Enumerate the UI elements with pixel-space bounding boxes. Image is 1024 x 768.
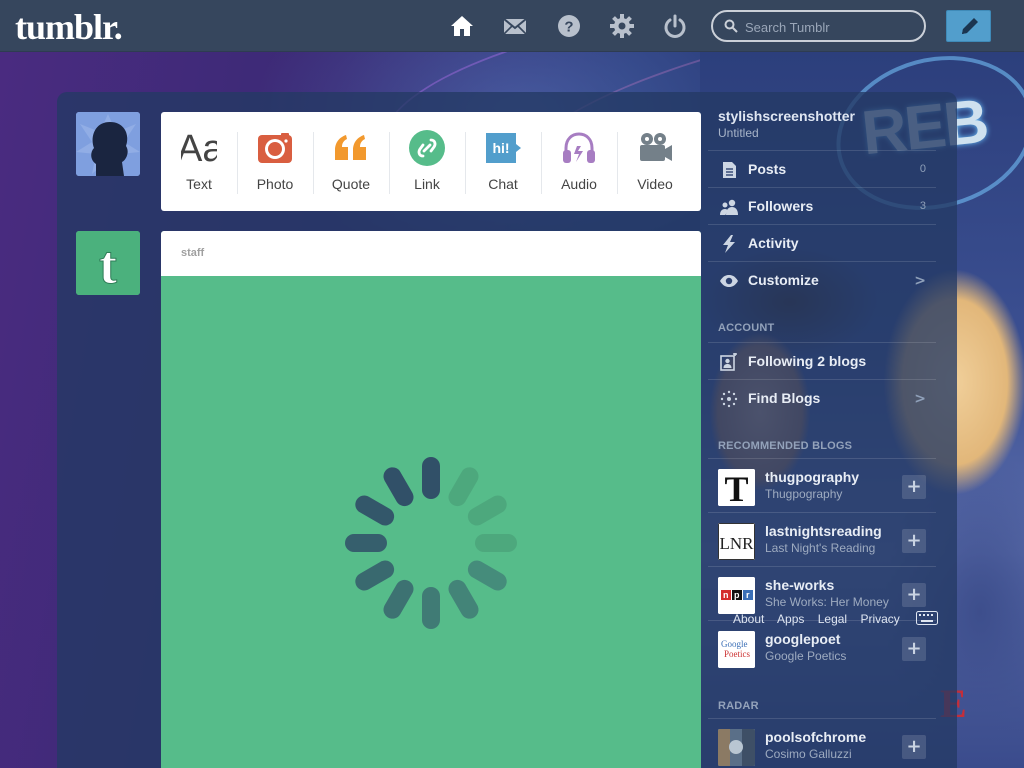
recommended-heading: RECOMMENDED BLOGS (718, 440, 853, 452)
footer-link-apps[interactable]: Apps (777, 612, 804, 626)
blog-subtitle: Untitled (718, 126, 759, 140)
follow-button[interactable]: + (902, 529, 926, 553)
follow-button[interactable]: + (902, 583, 926, 607)
follow-button[interactable]: + (902, 475, 926, 499)
settings-icon[interactable] (609, 13, 635, 39)
sidebar-item-find-blogs[interactable]: Find Blogs > (708, 379, 936, 416)
sidebar-item-customize[interactable]: Customize > (708, 261, 936, 298)
pencil-icon (962, 18, 978, 34)
post-type-text[interactable]: Aa Text (161, 112, 237, 211)
mail-icon[interactable] (502, 13, 528, 39)
svg-text:hi!: hi! (492, 140, 509, 156)
follow-button[interactable]: + (902, 637, 926, 661)
svg-text:p: p (734, 590, 740, 600)
chevron-right-icon: > (914, 273, 926, 289)
compose-button[interactable] (946, 10, 991, 42)
search-box[interactable] (711, 10, 926, 42)
blog-name[interactable]: stylishscreenshotter (718, 108, 855, 124)
chevron-right-icon: > (914, 391, 926, 407)
find-blogs-icon (720, 390, 738, 408)
footer-link-about[interactable]: About (733, 612, 764, 626)
spinner-spoke (467, 495, 507, 526)
posts-icon (723, 162, 736, 178)
post-type-quote[interactable]: Quote (313, 112, 389, 211)
svg-text:r: r (746, 590, 750, 600)
blog-avatar: Google Poetics (718, 631, 755, 668)
blog-avatar: T (718, 469, 755, 506)
spinner-spoke (422, 457, 440, 499)
svg-text:LNR: LNR (720, 534, 755, 553)
sidebar-item-followers[interactable]: Followers 3 (708, 187, 936, 224)
post-header: staff (161, 231, 701, 276)
footer-link-legal[interactable]: Legal (818, 612, 847, 626)
radar-heading: RADAR (718, 700, 759, 712)
account-heading: ACCOUNT (718, 322, 775, 334)
post-composer: Aa Text Photo Quote Link hi! Chat Audio … (161, 112, 701, 211)
search-input[interactable] (745, 18, 915, 36)
staff-avatar[interactable]: t (76, 231, 140, 295)
svg-text:Aa: Aa (181, 130, 217, 166)
spinner-spoke (422, 587, 440, 629)
svg-text:T: T (724, 469, 748, 506)
spinner-spoke (475, 534, 517, 552)
blog-avatar: LNR (718, 523, 755, 560)
svg-text:?: ? (564, 19, 573, 36)
svg-text:Poetics: Poetics (724, 649, 750, 659)
posts-count: 0 (919, 163, 926, 175)
post-type-video[interactable]: Video (617, 112, 693, 211)
sidebar-item-posts[interactable]: Posts 0 (708, 150, 936, 187)
video-camera-icon (640, 133, 672, 161)
footer-links: About Apps Legal Privacy (733, 612, 910, 626)
help-icon[interactable]: ? (556, 13, 582, 39)
spinner-spoke (383, 579, 414, 619)
loading-spinner-icon (345, 457, 517, 629)
dashboard-post: staff (161, 231, 701, 768)
link-icon (409, 130, 445, 166)
following-icon (720, 353, 737, 371)
search-icon (724, 19, 738, 33)
post-author[interactable]: staff (181, 247, 204, 259)
spinner-spoke (448, 579, 479, 619)
spinner-spoke (467, 560, 507, 591)
headphones-icon (563, 132, 595, 163)
spinner-spoke (355, 560, 395, 591)
sidebar-item-activity[interactable]: Activity (708, 224, 936, 261)
post-type-link[interactable]: Link (389, 112, 465, 211)
radar-blog[interactable]: poolsofchrome Cosimo Galluzzi + (708, 718, 936, 768)
footer-link-privacy[interactable]: Privacy (860, 612, 899, 626)
followers-count: 3 (919, 200, 926, 212)
spinner-spoke (355, 495, 395, 526)
keyboard-icon[interactable] (916, 611, 938, 625)
follow-button[interactable]: + (902, 735, 926, 759)
post-type-chat[interactable]: hi! Chat (465, 112, 541, 211)
sidebar-item-following[interactable]: Following 2 blogs (708, 342, 936, 379)
svg-text:n: n (723, 590, 729, 600)
recommended-blog[interactable]: Google Poetics googlepoet Google Poetics … (708, 620, 936, 674)
chat-icon: hi! (486, 133, 521, 163)
power-icon[interactable] (662, 13, 688, 39)
svg-text:t: t (99, 235, 117, 295)
user-avatar[interactable] (76, 112, 140, 176)
eye-icon (720, 275, 738, 287)
recommended-blog[interactable]: T thugpography Thugpography + (708, 458, 936, 512)
home-icon[interactable] (449, 13, 475, 39)
blog-avatar: npr (718, 577, 755, 614)
top-bar: tumblr. ? (0, 0, 1024, 52)
tumblr-logo[interactable]: tumblr. (15, 6, 123, 48)
activity-icon (723, 235, 735, 253)
quote-icon (335, 135, 366, 160)
svg-text:Google: Google (721, 639, 748, 649)
followers-icon (720, 199, 738, 215)
post-type-photo[interactable]: Photo (237, 112, 313, 211)
recommended-blog[interactable]: LNR lastnightsreading Last Night's Readi… (708, 512, 936, 566)
text-icon: Aa (181, 130, 217, 166)
spinner-spoke (345, 534, 387, 552)
spinner-spoke (383, 467, 414, 507)
spinner-spoke (448, 467, 479, 507)
blog-avatar (718, 729, 755, 766)
camera-icon (258, 133, 292, 163)
post-type-audio[interactable]: Audio (541, 112, 617, 211)
